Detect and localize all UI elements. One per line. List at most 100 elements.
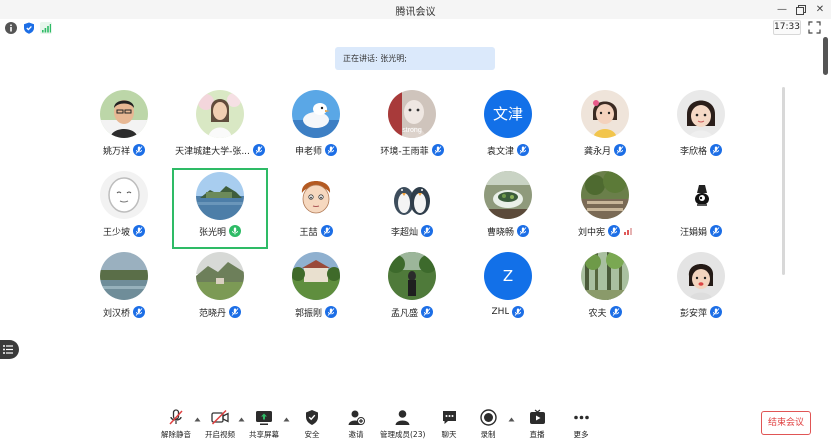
participant-name: 范晓丹	[198, 308, 226, 319]
more-button[interactable]: 更多	[566, 409, 596, 441]
microphone-icon[interactable]	[517, 144, 529, 156]
participant-tile[interactable]: 王喆	[268, 171, 364, 249]
participant-tile[interactable]: 曹晓畅	[460, 171, 556, 249]
microphone-icon[interactable]	[710, 225, 722, 237]
participant-tile[interactable]: 李超灿	[364, 171, 460, 249]
microphone-icon[interactable]	[133, 306, 145, 318]
avatar	[388, 171, 436, 219]
microphone-icon[interactable]	[325, 144, 337, 156]
microphone-icon[interactable]	[512, 306, 525, 318]
participant-tile[interactable]: strong 环境-王雨菲	[364, 90, 460, 168]
participant-tile[interactable]: 姚万祥	[76, 90, 172, 168]
info-icon[interactable]	[5, 22, 17, 34]
microphone-icon[interactable]	[431, 144, 444, 156]
avatar	[581, 171, 629, 219]
title-bar: 腾讯会议 — ✕	[0, 0, 831, 19]
security-button[interactable]: 安全	[297, 409, 327, 441]
microphone-icon[interactable]	[229, 306, 241, 318]
invite-button[interactable]: 邀请	[341, 409, 371, 441]
meeting-window: 腾讯会议 — ✕ 17:33 正在讲话: 张光明; 姚万祥 天津城建大学-张..…	[0, 0, 831, 441]
participant-tile[interactable]: 彭安萍	[653, 252, 749, 330]
participant-tile[interactable]: 刘汉桥	[76, 252, 172, 330]
participant-name: 曹晓畅	[486, 227, 514, 238]
unmute-button[interactable]: 解除静音	[160, 409, 192, 441]
fullscreen-icon[interactable]	[808, 21, 821, 34]
caret-up-icon[interactable]	[283, 417, 290, 422]
participant-name: 刘中宪	[577, 227, 605, 238]
avatar	[100, 90, 148, 138]
participant-name: 龚永月	[583, 146, 611, 157]
minimize-icon[interactable]: —	[773, 1, 791, 18]
microphone-icon[interactable]	[710, 306, 722, 318]
avatar	[677, 252, 725, 300]
end-meeting-button[interactable]: 结束会议	[761, 411, 811, 435]
microphone-icon[interactable]	[252, 144, 265, 156]
avatar	[100, 252, 148, 300]
record-button[interactable]: 录制	[473, 409, 503, 441]
avatar	[196, 252, 244, 300]
microphone-icon[interactable]	[517, 225, 529, 237]
status-row	[0, 19, 831, 37]
microphone-icon[interactable]	[421, 306, 433, 318]
add-user-icon	[348, 410, 365, 425]
avatar	[484, 171, 532, 219]
window-scrollbar[interactable]	[823, 37, 828, 75]
manage-members-button[interactable]: 管理成员(23)	[380, 409, 425, 441]
participant-tile[interactable]: 农夫	[557, 252, 653, 330]
share-screen-icon	[256, 411, 272, 425]
microphone-icon[interactable]	[608, 225, 620, 237]
participant-tile[interactable]: 范晓丹	[172, 252, 268, 330]
avatar	[292, 252, 340, 300]
avatar	[388, 252, 436, 300]
restore-icon[interactable]	[792, 1, 810, 18]
live-stream-button[interactable]: 直播	[522, 409, 552, 441]
avatar	[581, 90, 629, 138]
caret-up-icon[interactable]	[194, 417, 201, 422]
microphone-icon[interactable]	[614, 144, 626, 156]
member-list-toggle[interactable]	[0, 340, 19, 359]
participant-tile[interactable]: 王少坡	[76, 171, 172, 249]
speaking-banner: 正在讲话: 张光明;	[335, 47, 495, 70]
microphone-icon[interactable]	[710, 144, 722, 156]
participant-tile[interactable]: 龚永月	[557, 90, 653, 168]
participant-name: 汪娟娟	[679, 227, 707, 238]
microphone-icon[interactable]	[421, 225, 433, 237]
caret-up-icon[interactable]	[508, 417, 515, 422]
participant-tile[interactable]: Z ZHL	[460, 252, 556, 330]
signal-icon[interactable]	[40, 22, 52, 34]
participant-name: 李欣格	[679, 146, 707, 157]
shield-icon[interactable]	[23, 22, 35, 34]
more-icon	[573, 415, 589, 420]
share-screen-button[interactable]: 共享屏幕	[248, 409, 280, 441]
participant-tile[interactable]: 文津 袁文津	[460, 90, 556, 168]
participant-tile[interactable]: 李欣格	[653, 90, 749, 168]
microphone-icon[interactable]	[133, 225, 145, 237]
photo-caption: strong	[402, 127, 422, 134]
participant-tile[interactable]: 汪娟娟	[653, 171, 749, 249]
participant-tile[interactable]: 天津城建大学-张...	[172, 90, 268, 168]
participant-tile[interactable]: 刘中宪	[557, 171, 653, 249]
participant-tile[interactable]: 申老师	[268, 90, 364, 168]
participant-name: 孟凡盛	[390, 308, 418, 319]
close-icon[interactable]: ✕	[811, 1, 829, 18]
record-icon	[479, 409, 497, 426]
participant-tile[interactable]: 郭振刚	[268, 252, 364, 330]
chat-button[interactable]: 聊天	[434, 409, 464, 441]
caret-up-icon[interactable]	[238, 417, 245, 422]
avatar	[292, 171, 340, 219]
active-speaker-tile[interactable]: 张光明	[172, 168, 268, 249]
microphone-icon[interactable]	[325, 306, 337, 318]
microphone-icon[interactable]	[609, 306, 622, 318]
participant-tile[interactable]: 孟凡盛	[364, 252, 460, 330]
microphone-icon[interactable]	[133, 144, 145, 156]
participant-name: 姚万祥	[102, 146, 130, 157]
participant-grid-scrollbar[interactable]	[782, 87, 785, 275]
participant-name: 刘汉桥	[102, 308, 130, 319]
participant-name: 王少坡	[102, 227, 130, 238]
microphone-icon[interactable]	[320, 225, 333, 237]
meeting-clock: 17:33	[773, 20, 801, 35]
start-video-button[interactable]: 开启视频	[204, 409, 236, 441]
members-icon	[395, 410, 409, 425]
participant-name: 天津城建大学-张...	[175, 146, 250, 157]
microphone-active-icon[interactable]	[229, 225, 241, 237]
